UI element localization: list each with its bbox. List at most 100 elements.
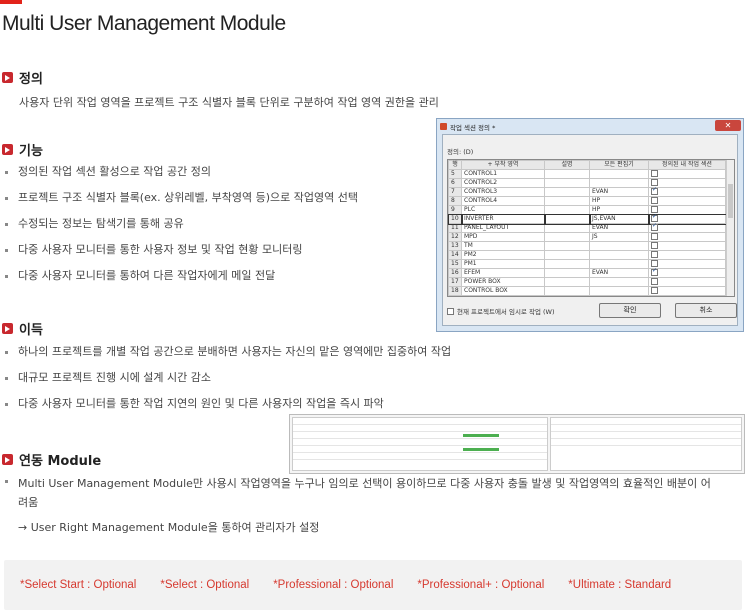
- section-checkbox-cell[interactable]: [648, 250, 726, 260]
- temp-work-option[interactable]: 현재 프로젝트에서 임시로 작업 (W): [447, 306, 555, 316]
- description-cell: [544, 196, 590, 206]
- list-item: Multi User Management Module만 사용시 작업영역을 …: [4, 474, 716, 512]
- section-checkbox-cell[interactable]: [648, 178, 726, 188]
- section-checkbox-cell[interactable]: [648, 286, 726, 296]
- table-row: [551, 425, 741, 432]
- checkbox[interactable]: [651, 260, 658, 267]
- table-row: [293, 425, 547, 432]
- cancel-button[interactable]: 취소: [675, 303, 737, 318]
- edition-option: *Select Start : Optional: [20, 579, 137, 591]
- table-row[interactable]: 16 EFEM EVAN: [448, 267, 726, 278]
- table-row[interactable]: 17 POWER BOX: [448, 277, 726, 287]
- list-item: 다중 사용자 모니터를 통한 사용자 정보 및 작업 현황 모니터링: [4, 243, 358, 269]
- open-projects-pane: [292, 417, 548, 471]
- column-header[interactable]: 설명: [544, 160, 590, 170]
- checkbox[interactable]: [651, 287, 658, 294]
- list-item: 수정되는 정보는 탐색기를 통해 공유: [4, 217, 358, 243]
- section-checkbox-cell[interactable]: [647, 213, 727, 225]
- editor-cell: EVAN: [589, 223, 649, 233]
- table-row[interactable]: 11 PANEL_LAYOUT EVAN: [448, 222, 726, 233]
- column-header[interactable]: 정의된 내 작업 섹션: [648, 160, 726, 170]
- column-header[interactable]: + 부착 영역: [461, 160, 545, 170]
- table-row[interactable]: 12 MPD JS: [448, 232, 726, 242]
- description-cell: [544, 205, 590, 215]
- area-cell: CONTROL BOX: [461, 286, 545, 296]
- column-header[interactable]: 모든 편집기: [589, 160, 649, 170]
- description-cell: [544, 169, 590, 179]
- table-row: [293, 439, 547, 446]
- description-cell: [544, 250, 590, 260]
- other-projects-pane: [550, 417, 742, 471]
- checkbox[interactable]: [651, 213, 658, 222]
- integration-note: → User Right Management Module을 통하여 관리자가…: [18, 521, 320, 534]
- section-checkbox-cell[interactable]: [648, 222, 726, 233]
- area-cell: EFEM: [461, 268, 545, 278]
- ok-button[interactable]: 확인: [599, 303, 661, 318]
- row-number: 5: [448, 169, 462, 179]
- table-row: [293, 418, 547, 425]
- edition-option: *Professional : Optional: [273, 579, 394, 591]
- top-accent-bar: [0, 0, 22, 4]
- checkbox[interactable]: [651, 186, 658, 195]
- checkbox[interactable]: [651, 278, 658, 285]
- editor-cell: EVAN: [589, 268, 649, 278]
- area-cell: CONTROL1: [461, 169, 545, 179]
- table-row[interactable]: 10 INVERTER JS,EVAN: [448, 213, 727, 225]
- row-number: 13: [448, 241, 462, 251]
- table-row[interactable]: 18 CONTROL BOX: [448, 286, 726, 296]
- checkbox[interactable]: [651, 170, 658, 177]
- table-row[interactable]: 14 PM2: [448, 250, 726, 260]
- row-number: 10: [448, 213, 463, 225]
- progress-bar: [463, 433, 499, 437]
- benefits-list: 하나의 프로젝트를 개별 작업 공간으로 분배하면 사용자는 자신의 맡은 영역…: [4, 345, 451, 423]
- section-checkbox-cell[interactable]: [648, 196, 726, 206]
- dialog-titlebar: 작업 섹션 정의 *: [437, 119, 743, 134]
- edition-option: *Select : Optional: [160, 579, 250, 591]
- section-features-heading: 기능: [2, 140, 43, 159]
- close-icon[interactable]: ✕: [715, 120, 741, 131]
- section-checkbox-cell[interactable]: [648, 277, 726, 287]
- table-row[interactable]: 13 TM: [448, 241, 726, 251]
- area-cell: CONTROL3: [461, 187, 545, 197]
- section-checkbox-cell[interactable]: [648, 169, 726, 179]
- table-row[interactable]: 5 CONTROL1: [448, 169, 726, 179]
- description-cell: [544, 223, 590, 233]
- section-checkbox-cell[interactable]: [648, 267, 726, 278]
- table-row[interactable]: 7 CONTROL3 EVAN: [448, 186, 726, 197]
- vertical-scrollbar[interactable]: [726, 160, 734, 296]
- section-checkbox-cell[interactable]: [648, 241, 726, 251]
- description-cell: [543, 213, 591, 225]
- list-item: 프로젝트 구조 식별자 블록(ex. 상위레벨, 부착영역 등)으로 작업영역 …: [4, 191, 358, 217]
- scrollbar-thumb[interactable]: [728, 184, 733, 218]
- table-row[interactable]: 15 PM1: [448, 259, 726, 269]
- definition-label: 정의: (D): [447, 148, 474, 156]
- area-cell: PM2: [461, 250, 545, 260]
- section-checkbox-cell[interactable]: [648, 259, 726, 269]
- list-item: 다중 사용자 모니터를 통하여 다른 작업자에게 메일 전달: [4, 269, 358, 295]
- arrow-bullet-icon: [2, 454, 13, 465]
- checkbox[interactable]: [651, 206, 658, 213]
- editor-cell: [589, 169, 649, 179]
- description-cell: [544, 232, 590, 242]
- section-grid[interactable]: 행 + 부착 영역 설명 모든 편집기 정의된 내 작업 섹션 5 CONTROL…: [447, 159, 735, 297]
- table-row[interactable]: 8 CONTROL4 HP: [448, 196, 726, 206]
- table-row[interactable]: 6 CONTROL2: [448, 178, 726, 188]
- arrow-bullet-icon: [2, 144, 13, 155]
- section-checkbox-cell[interactable]: [648, 232, 726, 242]
- section-checkbox-cell[interactable]: [648, 205, 726, 215]
- row-number: 15: [448, 259, 462, 269]
- description-cell: [544, 268, 590, 278]
- edition-footer: *Select Start : Optional *Select : Optio…: [4, 560, 742, 610]
- checkbox[interactable]: [651, 233, 658, 240]
- checkbox[interactable]: [651, 267, 658, 276]
- checkbox[interactable]: [651, 242, 658, 249]
- checkbox[interactable]: [651, 222, 658, 231]
- section-checkbox-cell[interactable]: [648, 186, 726, 197]
- checkbox[interactable]: [447, 307, 454, 315]
- checkbox[interactable]: [651, 251, 658, 258]
- checkbox[interactable]: [651, 179, 658, 186]
- table-row[interactable]: 9 PLC HP: [448, 205, 726, 215]
- checkbox[interactable]: [651, 197, 658, 204]
- row-number: 7: [448, 187, 462, 197]
- area-cell: PANEL_LAYOUT: [461, 223, 545, 233]
